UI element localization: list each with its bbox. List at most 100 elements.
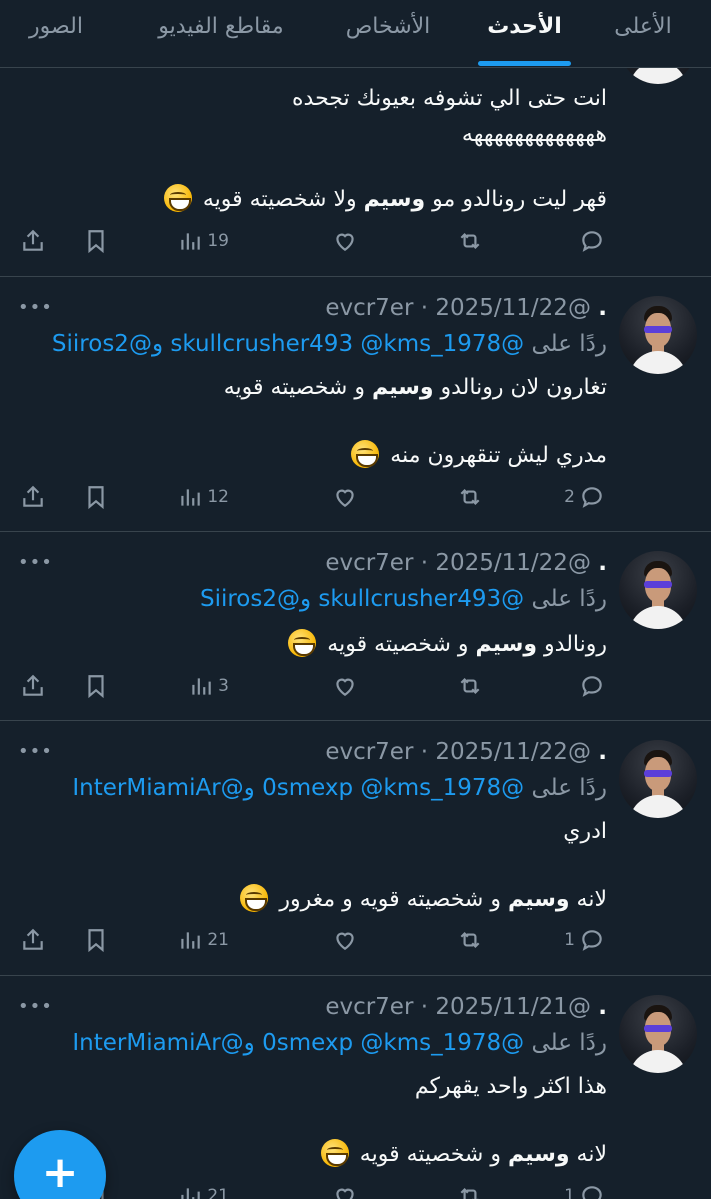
views-button[interactable]: 21 [177,1176,233,1199]
reply-icon [582,231,602,252]
share-icon [23,928,43,950]
tweet-text: ادري [563,819,607,844]
bookmark-button[interactable] [83,477,109,517]
share-button[interactable] [20,477,46,517]
like-button[interactable] [332,920,358,960]
text-segment: مدري ليش تنقهرون منه [390,443,607,468]
retweet-icon [460,931,480,949]
highlighted-term: وسيم [363,187,426,212]
separator-dot: · [420,295,429,321]
tab-latest[interactable]: الأحدث [478,14,571,54]
retweet-button[interactable] [457,666,483,706]
tweet-card[interactable]: ••• . @evcr7er · 2025/11/22 ردًا على @0s… [0,721,711,976]
tweet-actions: 19 [0,221,711,261]
reply-icon [582,1186,602,1199]
mentions-link[interactable]: @0smexp @kms_1978 و@InterMiamiAr [72,1030,524,1056]
more-icon[interactable]: ••• [18,741,53,762]
views-button[interactable]: 12 [177,477,233,517]
like-button[interactable] [332,221,358,261]
bookmark-icon [88,230,104,254]
bookmark-icon [88,929,104,953]
like-button[interactable] [332,666,358,706]
tab-people[interactable]: الأشخاص [333,14,443,54]
reply-context: ردًا على @0smexp @kms_1978 و@InterMiamiA… [72,775,607,801]
retweet-button[interactable] [457,221,483,261]
tweet-actions: 1 21 [0,1176,711,1199]
reply-button[interactable] [571,221,605,261]
like-button[interactable] [332,1176,358,1199]
share-icon [23,674,43,696]
views-count: 19 [207,231,229,251]
tweet-card[interactable]: ••• . @evcr7er · 2025/11/21 ردًا على @0s… [0,976,711,1199]
tweet-text: قهر ليت رونالدو مو وسيم ولا شخصيته قويه [160,184,607,212]
reply-button[interactable]: 1 [560,920,605,960]
highlighted-term: وسيم [475,632,538,657]
avatar[interactable] [619,551,697,629]
reply-button[interactable] [571,666,605,706]
tweet-text: تغارون لان رونالدو وسيم و شخصيته قويه [224,375,607,400]
reply-prefix: ردًا على [531,331,607,357]
tweet-text: لانه وسيم و شخصيته قويه [317,1139,607,1167]
display-name[interactable]: . [598,739,607,765]
more-icon[interactable]: ••• [18,996,53,1017]
reply-button[interactable]: 2 [560,477,605,517]
like-button[interactable] [332,477,358,517]
reply-icon [582,930,602,951]
tweet-card[interactable]: ••• . @evcr7er · 2025/11/22 ردًا على @sk… [0,532,711,721]
more-icon[interactable]: ••• [18,297,53,318]
reply-count: 2 [564,487,575,507]
views-icon [181,1188,201,1199]
display-name[interactable]: . [598,994,607,1020]
share-icon [23,485,43,507]
reply-button[interactable]: 1 [560,1176,605,1199]
tab-videos[interactable]: مقاطع الفيديو [141,14,301,54]
separator-dot: · [420,550,429,576]
mentions-link[interactable]: @0smexp @kms_1978 و@InterMiamiAr [72,775,524,801]
tab-photos[interactable]: الصور [11,14,101,54]
share-button[interactable] [20,920,46,960]
timestamp[interactable]: 2025/11/22 [435,550,568,576]
smiling-emoji [351,440,380,468]
like-icon [336,932,354,950]
reply-icon [582,487,602,508]
views-count: 21 [207,1186,229,1199]
timestamp[interactable]: 2025/11/22 [435,295,568,321]
tab-top[interactable]: الأعلى [593,14,693,54]
share-button[interactable] [20,221,46,261]
mentions-link[interactable]: @skullcrusher493 @kms_1978 و@Siiros2 [52,331,524,357]
like-icon [336,233,354,251]
views-button[interactable]: 21 [177,920,233,960]
avatar[interactable] [619,995,697,1073]
avatar[interactable] [619,296,697,374]
separator-dot: · [420,994,429,1020]
tweet-text: هههههههههههههه [461,122,607,147]
views-button[interactable]: 19 [177,221,233,261]
active-tab-indicator [478,61,571,66]
bookmark-button[interactable] [83,920,109,960]
text-segment: لانه [569,887,607,912]
bookmark-button[interactable] [83,666,109,706]
display-name[interactable]: . [598,295,607,321]
text-segment: و شخصيته قويه [359,1142,508,1167]
share-button[interactable] [20,666,46,706]
tweet-meta: . @evcr7er · 2025/11/22 [325,550,607,576]
retweet-button[interactable] [457,1176,483,1199]
reply-prefix: ردًا على [531,586,607,612]
bookmark-button[interactable] [83,221,109,261]
text-segment: رونالدو [537,632,607,657]
reply-context: ردًا على @0smexp @kms_1978 و@InterMiamiA… [72,1030,607,1056]
views-button[interactable]: 3 [188,666,233,706]
like-icon [336,1188,354,1199]
retweet-button[interactable] [457,477,483,517]
more-icon[interactable]: ••• [18,552,53,573]
tweet-actions: 3 [0,666,711,706]
mentions-link[interactable]: @skullcrusher493 و@Siiros2 [200,586,524,612]
tweet-card[interactable]: ••• . @evcr7er · 2025/11/22 ردًا على @sk… [0,277,711,532]
retweet-button[interactable] [457,920,483,960]
timestamp[interactable]: 2025/11/21 [435,994,568,1020]
display-name[interactable]: . [598,550,607,576]
avatar[interactable] [619,740,697,818]
tweet-meta: . @evcr7er · 2025/11/22 [325,295,607,321]
timestamp[interactable]: 2025/11/22 [435,739,568,765]
retweet-icon [460,232,480,250]
